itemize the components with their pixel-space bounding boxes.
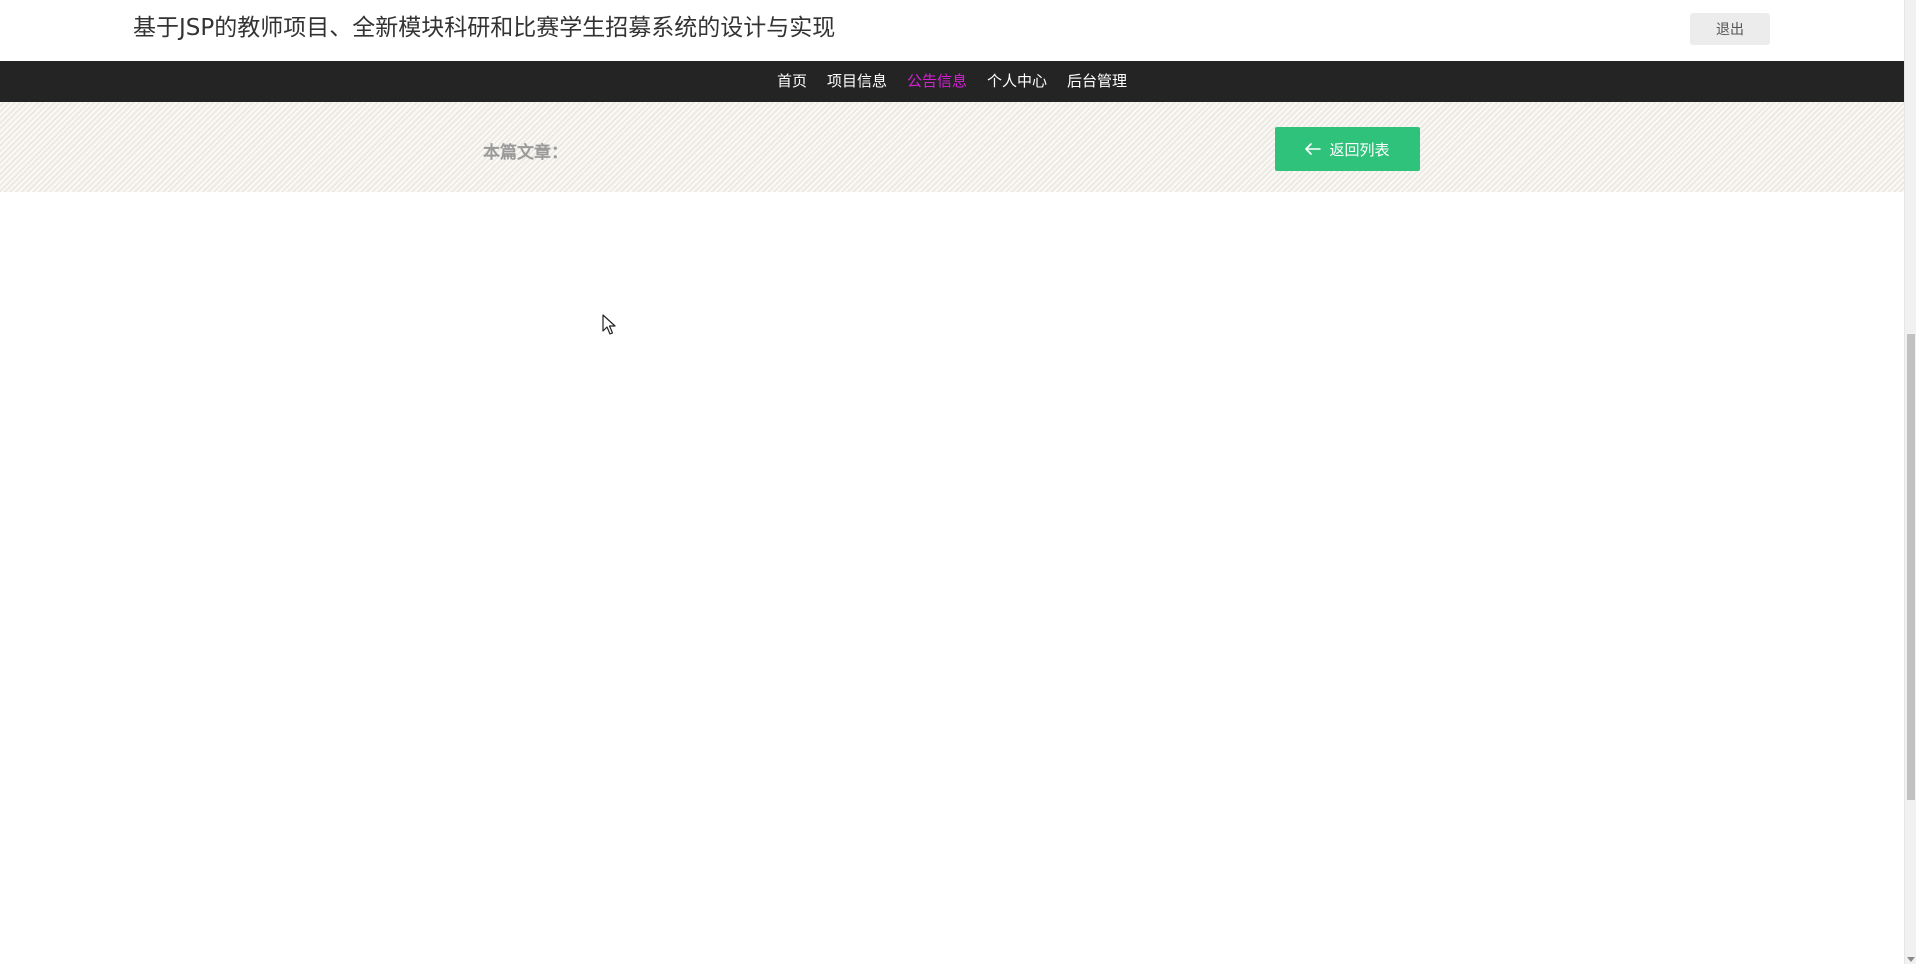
nav-list: 首页 项目信息 公告信息 个人中心 后台管理 (0, 61, 1904, 102)
nav-item-personal-center[interactable]: 个人中心 (977, 61, 1057, 102)
article-label: 本篇文章： (483, 143, 568, 163)
page: 基于JSP的教师项目、全新模块科研和比赛学生招募系统的设计与实现 退出 首页 项… (0, 0, 1916, 964)
back-to-list-button[interactable]: 返回列表 (1275, 127, 1420, 171)
scroll-down-arrow-icon[interactable] (1907, 957, 1915, 962)
article-header-band: 本篇文章： 返回列表 (0, 102, 1904, 192)
site-header: 基于JSP的教师项目、全新模块科研和比赛学生招募系统的设计与实现 退出 (0, 0, 1904, 61)
site-title: 基于JSP的教师项目、全新模块科研和比赛学生招募系统的设计与实现 (133, 15, 836, 41)
page-scrollbar[interactable] (1904, 0, 1916, 964)
mouse-cursor-icon (602, 314, 616, 335)
nav-item-home[interactable]: 首页 (767, 61, 817, 102)
logout-button[interactable]: 退出 (1690, 13, 1770, 45)
scrollbar-thumb[interactable] (1907, 334, 1915, 800)
back-to-list-label: 返回列表 (1329, 140, 1390, 159)
nav-item-admin[interactable]: 后台管理 (1057, 61, 1137, 102)
main-navbar: 首页 项目信息 公告信息 个人中心 后台管理 (0, 61, 1904, 106)
nav-item-projects[interactable]: 项目信息 (817, 61, 897, 102)
arrow-left-icon (1305, 143, 1322, 155)
nav-item-announcements[interactable]: 公告信息 (897, 61, 977, 102)
